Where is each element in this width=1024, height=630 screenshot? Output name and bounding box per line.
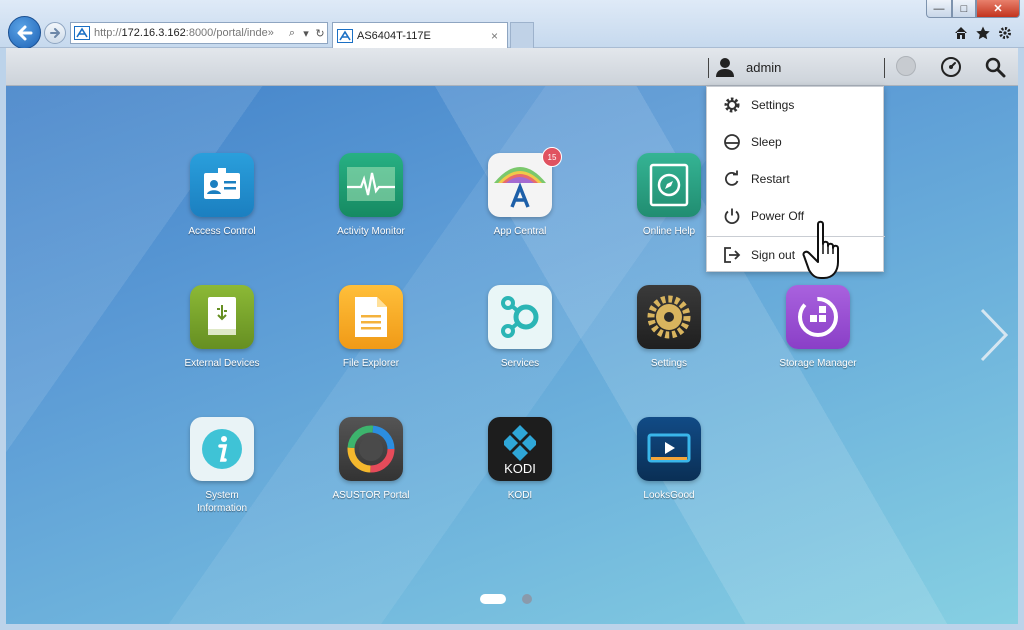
page-dot-active[interactable] bbox=[480, 594, 506, 604]
menu-item-label: Sign out bbox=[751, 248, 796, 262]
app-file-explorer[interactable]: File Explorer bbox=[311, 285, 431, 385]
online-help-icon bbox=[637, 153, 701, 217]
next-page-chevron-icon[interactable] bbox=[978, 308, 1008, 362]
update-count-badge: 15 bbox=[542, 147, 562, 167]
user-avatar-icon bbox=[716, 58, 734, 77]
notification-bell-icon[interactable] bbox=[896, 56, 916, 76]
app-settings[interactable]: Settings bbox=[609, 285, 729, 385]
back-button[interactable] bbox=[8, 16, 41, 49]
access-control-icon bbox=[190, 153, 254, 217]
app-external-devices[interactable]: External Devices bbox=[162, 285, 282, 385]
app-label: File Explorer bbox=[342, 358, 400, 369]
app-label: Access Control bbox=[188, 226, 256, 237]
tab-favicon-icon bbox=[337, 28, 353, 43]
tab-title: AS6404T-117E bbox=[357, 29, 431, 42]
app-access-control[interactable]: Access Control bbox=[162, 153, 282, 253]
app-label: KODI bbox=[507, 490, 533, 501]
page-dot[interactable] bbox=[522, 594, 532, 604]
asustor-portal-icon bbox=[339, 417, 403, 481]
system-information-icon bbox=[190, 417, 254, 481]
page-indicator bbox=[480, 594, 532, 604]
app-label: LooksGood bbox=[643, 490, 695, 501]
tab-close-icon[interactable]: × bbox=[491, 29, 507, 43]
new-tab-button[interactable] bbox=[510, 22, 534, 48]
menu-item-power-off[interactable]: Power Off bbox=[707, 198, 885, 234]
menu-item-label: Settings bbox=[751, 98, 795, 112]
search-icon[interactable] bbox=[984, 56, 1006, 78]
app-label: App Central bbox=[493, 226, 547, 237]
tools-gear-icon[interactable] bbox=[998, 26, 1012, 40]
forward-arrow-icon bbox=[50, 28, 60, 38]
back-arrow-icon bbox=[17, 25, 32, 40]
topbar-divider bbox=[884, 58, 885, 78]
site-favicon-icon bbox=[74, 26, 90, 40]
menu-item-restart[interactable]: Restart bbox=[707, 161, 885, 197]
favorites-star-icon[interactable] bbox=[976, 26, 990, 40]
app-looksgood[interactable]: LooksGood bbox=[609, 417, 729, 517]
app-central-icon bbox=[488, 153, 552, 217]
app-label: ASUSTOR Portal bbox=[332, 490, 410, 501]
dropdown-arrow-icon[interactable]: ▾ bbox=[299, 27, 313, 40]
app-label: Activity Monitor bbox=[337, 226, 405, 237]
adm-desktop: admin Access Control Activity Monitor 15… bbox=[6, 48, 1018, 624]
forward-button[interactable] bbox=[44, 22, 66, 44]
browser-tab[interactable]: AS6404T-117E × bbox=[332, 22, 508, 48]
app-app-central[interactable]: 15 App Central bbox=[460, 147, 580, 253]
external-devices-icon bbox=[190, 285, 254, 349]
activity-monitor-icon bbox=[339, 153, 403, 217]
url-text: http://172.16.3.162:8000/portal/inde» bbox=[94, 27, 285, 39]
user-menu-button[interactable]: admin bbox=[714, 54, 781, 80]
menu-item-label: Restart bbox=[751, 172, 790, 186]
search-dropdown-icon[interactable]: ⌕ bbox=[285, 27, 299, 40]
sign-out-icon bbox=[723, 246, 741, 264]
menu-item-sleep[interactable]: Sleep bbox=[707, 124, 885, 160]
services-icon bbox=[488, 285, 552, 349]
file-explorer-icon bbox=[339, 285, 403, 349]
username-label: admin bbox=[746, 59, 782, 75]
kodi-icon: KODI bbox=[488, 417, 552, 481]
close-window-button[interactable]: ✕ bbox=[976, 0, 1020, 18]
looksgood-icon bbox=[637, 417, 701, 481]
svg-text:KODI: KODI bbox=[504, 461, 536, 476]
refresh-icon[interactable]: ↻ bbox=[313, 27, 327, 40]
app-storage-manager[interactable]: Storage Manager bbox=[758, 285, 878, 385]
app-kodi[interactable]: KODI KODI bbox=[460, 417, 580, 517]
topbar-divider bbox=[708, 58, 709, 78]
adm-top-bar: admin bbox=[6, 48, 1018, 86]
home-icon[interactable] bbox=[954, 26, 968, 40]
settings-app-icon bbox=[637, 285, 701, 349]
app-system-information[interactable]: System Information bbox=[162, 417, 282, 517]
menu-item-sign-out[interactable]: Sign out bbox=[707, 237, 885, 273]
hand-pointer-cursor-icon bbox=[802, 220, 839, 279]
address-bar[interactable]: http://172.16.3.162:8000/portal/inde» ⌕ … bbox=[70, 22, 328, 44]
app-label: Settings bbox=[650, 358, 688, 369]
sleep-icon bbox=[723, 133, 741, 151]
app-activity-monitor[interactable]: Activity Monitor bbox=[311, 153, 431, 253]
restart-icon bbox=[723, 170, 741, 188]
storage-manager-icon bbox=[786, 285, 850, 349]
url-prefix: http:// bbox=[94, 27, 122, 39]
app-asustor-portal[interactable]: ASUSTOR Portal bbox=[311, 417, 431, 517]
menu-item-settings[interactable]: Settings bbox=[707, 87, 885, 123]
browser-toolbar bbox=[954, 26, 1012, 40]
app-label: External Devices bbox=[184, 358, 260, 369]
app-services[interactable]: Services bbox=[460, 285, 580, 385]
window-controls: — □ ✕ bbox=[926, 0, 1020, 18]
browser-chrome: http://172.16.3.162:8000/portal/inde» ⌕ … bbox=[0, 0, 1024, 49]
menu-item-label: Power Off bbox=[751, 209, 805, 223]
app-label: System Information bbox=[196, 490, 248, 514]
activity-monitor-gauge-icon[interactable] bbox=[940, 56, 962, 78]
user-dropdown-menu: Settings Sleep Restart Power Off Sign ou… bbox=[706, 86, 885, 273]
maximize-button[interactable]: □ bbox=[952, 0, 976, 18]
app-label: Services bbox=[500, 358, 540, 369]
url-rest: :8000/portal/inde» bbox=[185, 27, 274, 39]
url-host: 172.16.3.162 bbox=[121, 27, 186, 39]
power-icon bbox=[723, 207, 741, 225]
minimize-button[interactable]: — bbox=[926, 0, 952, 18]
menu-item-label: Sleep bbox=[751, 135, 782, 149]
gear-icon bbox=[723, 96, 741, 114]
app-label: Storage Manager bbox=[779, 358, 857, 369]
